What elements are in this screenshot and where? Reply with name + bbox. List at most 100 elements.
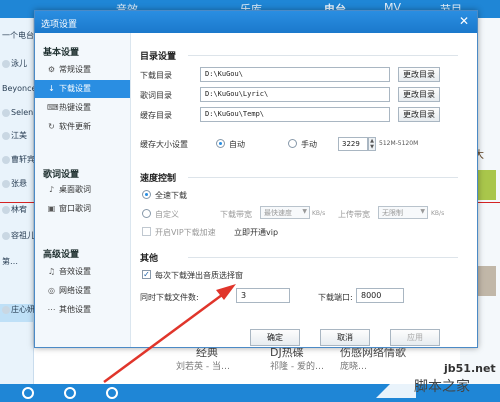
download-unit: KB/s xyxy=(312,210,326,217)
chevron-down-icon: ▼ xyxy=(302,208,307,215)
change-cache-dir-button[interactable]: 更改目录 xyxy=(398,107,440,122)
watermark-name: 脚本之家 xyxy=(414,379,470,395)
nav-item-download[interactable]: ↓ 下载设置 xyxy=(35,80,130,98)
ok-button[interactable]: 确定 xyxy=(250,329,300,346)
download-port-label: 下载端口: xyxy=(318,293,353,302)
prev-button[interactable] xyxy=(22,387,34,399)
lyrics-dir-input[interactable]: D:\KuGou\Lyric\ xyxy=(200,87,390,102)
watermark-corner xyxy=(376,358,416,398)
custom-speed-radio[interactable] xyxy=(142,209,151,218)
concurrent-downloads-input[interactable]: 3 xyxy=(236,288,290,303)
upload-bandwidth-select[interactable]: 无限制 ▼ xyxy=(378,206,428,219)
left-item[interactable]: 第… xyxy=(0,256,34,274)
avatar xyxy=(2,131,10,140)
full-speed-radio[interactable] xyxy=(142,190,151,199)
section-divider xyxy=(188,257,458,258)
download-dir-label: 下载目录 xyxy=(140,71,172,80)
nav-item-other[interactable]: ⋯ 其他设置 xyxy=(35,301,130,319)
cache-auto-label: 自动 xyxy=(229,140,245,149)
bottom-subtitle: 祁隆 - 爱的… xyxy=(270,362,324,372)
equalizer-icon: ♫ xyxy=(47,267,56,276)
nav-group-advanced: 高级设置 xyxy=(43,250,80,260)
music-note-icon: ♪ xyxy=(48,185,55,194)
avatar xyxy=(2,231,10,240)
keyboard-icon: ⌨ xyxy=(47,103,59,112)
globe-icon: ◎ xyxy=(48,286,55,295)
cache-range-hint: 512M-5120M xyxy=(379,140,419,147)
left-item[interactable]: 江美 xyxy=(0,130,34,148)
nav-item-desktop-lyrics[interactable]: ♪ 桌面歌词 xyxy=(35,181,130,199)
download-bandwidth-label: 下载带宽 xyxy=(220,210,252,219)
vip-accel-label: 开启VIP下载加速 xyxy=(155,228,216,237)
quality-popup-checkbox[interactable]: ✓ xyxy=(142,270,151,279)
apply-button[interactable]: 应用 xyxy=(390,329,440,346)
left-item[interactable]: 容祖儿 xyxy=(0,230,34,248)
section-divider xyxy=(188,177,458,178)
download-dir-input[interactable]: D:\KuGou\ xyxy=(200,67,390,82)
avatar xyxy=(2,108,10,117)
cache-size-stepper[interactable]: ▲ ▼ xyxy=(368,137,376,151)
dialog-title: 选项设置 xyxy=(41,20,78,30)
nav-item-general[interactable]: ⚙ 常规设置 xyxy=(35,61,130,79)
nav-group-basic: 基本设置 xyxy=(43,48,80,58)
window-icon: ▣ xyxy=(47,204,56,213)
cancel-button[interactable]: 取消 xyxy=(320,329,370,346)
section-other-title: 其他 xyxy=(140,254,159,264)
quality-popup-label: 每次下载弹出音质选择窗 xyxy=(155,271,243,280)
nav-item-network[interactable]: ◎ 网络设置 xyxy=(35,282,130,300)
left-item[interactable]: Selen xyxy=(0,108,34,126)
options-dialog: 选项设置 ✕ 基本设置 ⚙ 常规设置 ↓ 下载设置 ⌨ 热键设置 ↻ 软件更新 … xyxy=(34,10,478,348)
chevron-down-icon: ▼ xyxy=(420,208,425,215)
cache-manual-radio[interactable] xyxy=(288,139,297,148)
nav-item-sound-effects[interactable]: ♫ 音效设置 xyxy=(35,263,130,281)
left-item[interactable]: 泳儿 xyxy=(0,58,34,76)
close-icon[interactable]: ✕ xyxy=(457,14,471,28)
play-button[interactable] xyxy=(64,387,76,399)
section-divider xyxy=(188,55,458,56)
cache-size-input[interactable]: 3229 xyxy=(338,137,368,151)
section-directories-title: 目录设置 xyxy=(140,52,177,62)
bottom-subtitle: 庞晓… xyxy=(340,362,368,372)
cache-auto-radio[interactable] xyxy=(216,139,225,148)
avatar xyxy=(2,179,10,188)
nav-item-hotkeys[interactable]: ⌨ 热键设置 xyxy=(35,99,130,117)
avatar xyxy=(2,205,10,214)
left-item[interactable]: 曹轩宾 xyxy=(0,154,34,172)
nav-item-update[interactable]: ↻ 软件更新 xyxy=(35,118,130,136)
watermark-site: jb51.net xyxy=(444,362,496,375)
left-item-active[interactable]: 庄心妍 xyxy=(0,304,34,322)
left-item[interactable]: 张悬 xyxy=(0,178,34,196)
concurrent-downloads-label: 同时下载文件数: xyxy=(140,293,199,302)
dialog-titlebar[interactable]: 选项设置 ✕ xyxy=(35,11,477,33)
vip-signup-link[interactable]: 立即开通vip xyxy=(234,227,278,238)
avatar xyxy=(2,305,10,314)
gear-icon: ⚙ xyxy=(47,65,56,74)
cache-manual-label: 手动 xyxy=(301,140,317,149)
left-item[interactable]: 林宥 xyxy=(0,204,34,222)
settings-nav: 基本设置 ⚙ 常规设置 ↓ 下载设置 ⌨ 热键设置 ↻ 软件更新 歌词设置 ♪ … xyxy=(35,33,131,347)
next-button[interactable] xyxy=(106,387,118,399)
cache-dir-label: 缓存目录 xyxy=(140,111,172,120)
more-icon: ⋯ xyxy=(47,305,56,314)
download-port-input[interactable]: 8000 xyxy=(356,288,404,303)
left-item[interactable]: 一个电台 xyxy=(0,30,34,48)
change-lyrics-dir-button[interactable]: 更改目录 xyxy=(398,87,440,102)
cache-size-label: 缓存大小设置 xyxy=(140,140,188,149)
custom-speed-label: 自定义 xyxy=(155,210,179,219)
avatar xyxy=(2,59,10,68)
nav-item-window-lyrics[interactable]: ▣ 窗口歌词 xyxy=(35,200,130,218)
left-item[interactable]: Beyonce xyxy=(0,84,34,102)
download-icon: ↓ xyxy=(48,84,55,93)
download-settings-panel: 目录设置 下载目录 D:\KuGou\ 更改目录 歌词目录 D:\KuGou\L… xyxy=(132,33,477,347)
nav-group-lyrics: 歌词设置 xyxy=(43,170,80,180)
bottom-subtitle: 刘若英 - 当… xyxy=(176,362,230,372)
lyrics-dir-label: 歌词目录 xyxy=(140,91,172,100)
download-bandwidth-select[interactable]: 最快速度 ▼ xyxy=(260,206,310,219)
vip-accel-checkbox[interactable] xyxy=(142,227,151,236)
change-download-dir-button[interactable]: 更改目录 xyxy=(398,67,440,82)
left-pane: 一个电台 泳儿 Beyonce Selen 江美 曹轩宾 张悬 林宥 容祖儿 第… xyxy=(0,18,34,402)
cache-dir-input[interactable]: D:\KuGou\Temp\ xyxy=(200,107,390,122)
avatar xyxy=(2,155,10,164)
upload-bandwidth-label: 上传带宽 xyxy=(338,210,370,219)
refresh-icon: ↻ xyxy=(48,122,55,131)
